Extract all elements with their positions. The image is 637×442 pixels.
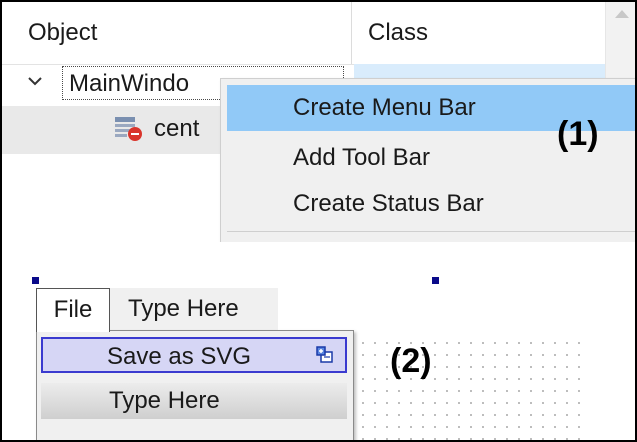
menu-item-create-status-bar[interactable]: Create Status Bar <box>227 181 635 227</box>
context-menu: Create Menu Bar Add Tool Bar Create Stat… <box>220 78 635 243</box>
menubar-item-file[interactable]: File <box>36 288 110 332</box>
chevron-down-icon[interactable] <box>28 74 42 88</box>
dropdown-item-label-save-as-svg: Save as SVG <box>107 343 252 370</box>
form-canvas-grid[interactable] <box>354 334 586 440</box>
step-annotation-1: (1) <box>557 115 599 153</box>
scroll-up-arrow-icon[interactable] <box>615 10 629 18</box>
dropdown-item-save-as-svg[interactable]: Save as SVG <box>41 337 347 373</box>
menubar-item-type-here[interactable]: Type Here <box>118 288 239 330</box>
selection-handle-left[interactable] <box>32 277 39 284</box>
dropdown-item-type-here[interactable]: Type Here <box>41 383 347 419</box>
column-header-class[interactable]: Class <box>354 2 604 64</box>
form-editor: File Type Here Save as SVG Type Here <box>2 242 635 440</box>
designer-frame: Object Class MainWindo cent Create Menu … <box>0 0 637 442</box>
inspector-header: Object Class <box>2 2 635 65</box>
column-header-object[interactable]: Object <box>2 2 352 64</box>
widget-icon <box>115 117 142 141</box>
tree-item-label-centralwidget[interactable]: cent <box>154 112 199 146</box>
selection-handle-right[interactable] <box>432 277 439 284</box>
menu-separator <box>227 231 635 232</box>
step-annotation-2: (2) <box>390 342 432 380</box>
add-submenu-icon[interactable] <box>315 345 335 365</box>
file-dropdown-menu: Save as SVG Type Here <box>36 330 354 440</box>
